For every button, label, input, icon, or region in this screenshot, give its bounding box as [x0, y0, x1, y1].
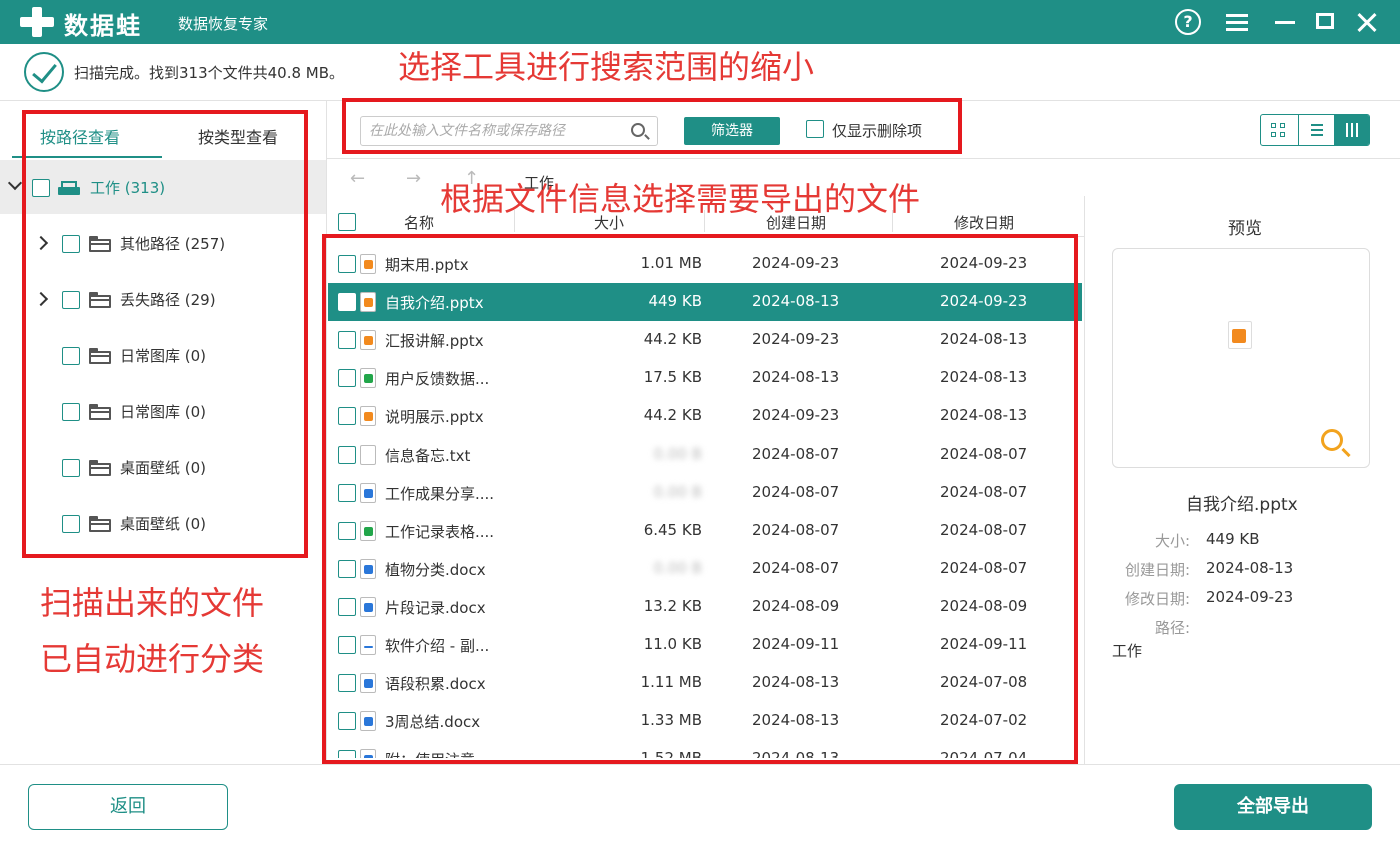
- scan-complete-icon: [24, 52, 64, 92]
- preview-modified-value: 2024-09-23: [1206, 588, 1294, 606]
- menu-button[interactable]: [1222, 8, 1252, 36]
- annotation-toolbar: 选择工具进行搜索范围的缩小: [398, 48, 815, 86]
- footer-divider: [0, 764, 1400, 765]
- forward-arrow-icon[interactable]: →: [406, 168, 421, 189]
- annotation-left-line1: 扫描出来的文件: [40, 584, 265, 622]
- annotation-box-left: [22, 110, 308, 558]
- preview-path-value: 工作: [1112, 642, 1143, 660]
- preview-file-name: 自我介绍.pptx: [1186, 495, 1298, 515]
- column-header-created[interactable]: 创建日期: [766, 212, 826, 233]
- preview-created-value: 2024-08-13: [1206, 559, 1294, 577]
- detail-view-button[interactable]: [1334, 115, 1369, 145]
- annotation-box-toolbar: [342, 98, 962, 154]
- view-mode-switcher: [1260, 114, 1370, 146]
- app-subtitle: 数据恢复专家: [178, 15, 269, 33]
- select-all-checkbox[interactable]: [338, 213, 356, 231]
- app-brand: 数据蛙: [64, 12, 142, 40]
- logo-icon: [20, 7, 54, 37]
- toolbar-divider: [326, 158, 1400, 159]
- close-button[interactable]: [1352, 8, 1382, 36]
- preview-created-label: 创建日期:: [1124, 561, 1190, 579]
- chevron-down-icon[interactable]: [7, 175, 23, 191]
- export-all-button[interactable]: 全部导出: [1174, 784, 1372, 830]
- zoom-icon[interactable]: [1321, 429, 1343, 451]
- preview-path-label: 路径:: [1154, 619, 1190, 637]
- annotation-left-line2: 已自动进行分类: [40, 640, 265, 678]
- hamburger-icon: [1226, 14, 1248, 17]
- help-button[interactable]: ?: [1174, 8, 1204, 36]
- annotation-table: 根据文件信息选择需要导出的文件: [440, 180, 921, 218]
- up-arrow-icon[interactable]: ↑: [464, 168, 479, 189]
- help-icon: ?: [1175, 9, 1201, 35]
- maximize-icon: [1316, 13, 1334, 29]
- preview-size-label: 大小:: [1154, 532, 1190, 550]
- preview-modified-label: 修改日期:: [1124, 590, 1190, 608]
- minimize-button[interactable]: [1270, 8, 1300, 36]
- title-bar: 数据蛙 数据恢复专家 ?: [0, 0, 1400, 44]
- preview-card: [1112, 248, 1370, 468]
- column-header-size[interactable]: 大小: [594, 212, 624, 233]
- annotation-box-table: [322, 234, 1078, 764]
- preview-title: 预览: [1228, 219, 1262, 239]
- scan-status-text: 扫描完成。找到313个文件共40.8 MB。: [74, 64, 345, 82]
- preview-size-value: 449 KB: [1206, 530, 1260, 548]
- grid-view-button[interactable]: [1261, 115, 1297, 145]
- back-button[interactable]: 返回: [28, 784, 228, 830]
- minimize-icon: [1275, 21, 1295, 24]
- column-header-name[interactable]: 名称: [404, 212, 434, 233]
- breadcrumb: 工作: [524, 174, 555, 192]
- preview-divider: [1084, 196, 1085, 764]
- list-view-button[interactable]: [1298, 115, 1334, 145]
- column-header-modified[interactable]: 修改日期: [954, 212, 1014, 233]
- back-arrow-icon[interactable]: ←: [350, 168, 365, 189]
- pptx-file-icon: [1228, 321, 1252, 349]
- maximize-button[interactable]: [1310, 8, 1340, 36]
